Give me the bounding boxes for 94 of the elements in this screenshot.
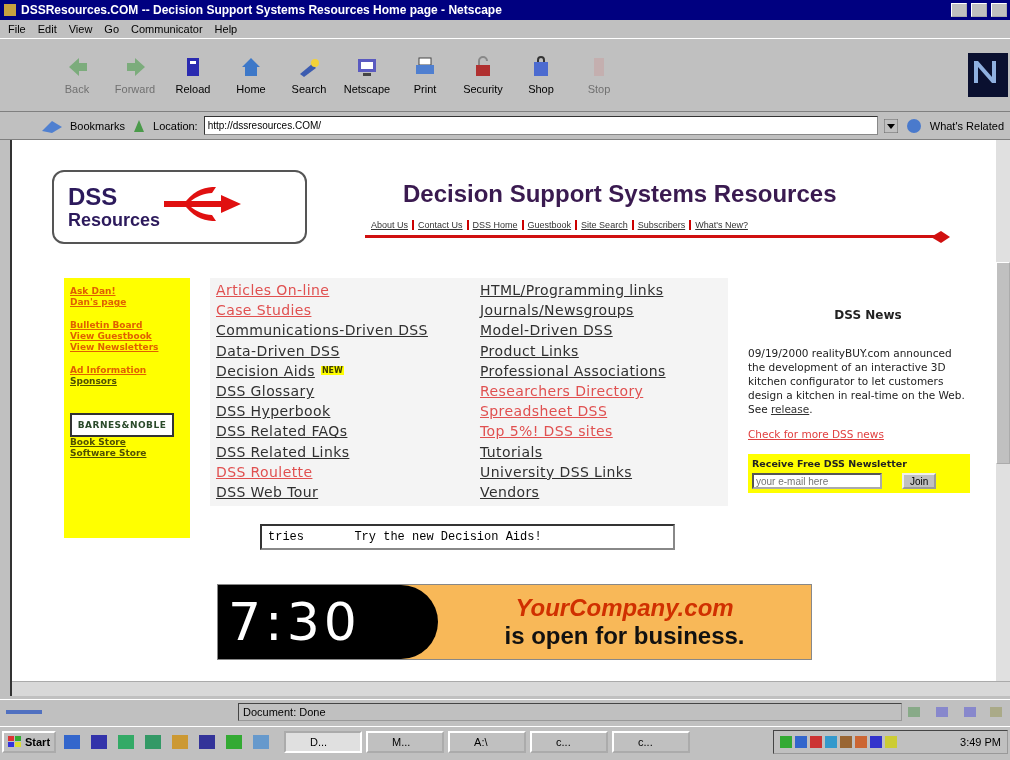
ad-banner[interactable]: 7:3 0 YourCompany.com is open for business. [217, 584, 812, 660]
topic-link[interactable]: Product Links [480, 342, 579, 359]
taskbar-button[interactable]: c... [530, 731, 609, 753]
newsletter-heading: Receive Free DSS Newsletter [752, 458, 908, 469]
whats-related-button[interactable]: What's Related [929, 119, 1004, 132]
clock-digit: 3 [286, 592, 320, 652]
site-heading: Decision Support Systems Resources [403, 180, 837, 208]
topic-link[interactable]: Professional Associations [480, 362, 666, 379]
app-icon [3, 3, 17, 17]
topic-link[interactable]: Tutorials [480, 443, 543, 460]
logo-text: DSS [68, 184, 119, 210]
flashlight-icon [300, 59, 319, 77]
topic-link[interactable]: DSS Related FAQs [216, 423, 348, 440]
sidebar-link[interactable]: Sponsors [70, 376, 184, 387]
sidebar-link[interactable]: Book Store [70, 437, 184, 448]
menu-item[interactable]: Go [104, 23, 120, 35]
clock-digit: 0 [323, 592, 357, 652]
new-badge: NEW [320, 366, 344, 376]
nav-link[interactable]: Site Search [575, 220, 628, 230]
toolbar-button[interactable]: Shop [512, 55, 570, 95]
news-heading: DSS News [833, 308, 903, 322]
bookmarks-button[interactable]: Bookmarks [70, 119, 126, 132]
ticker-field[interactable]: tries Try the new Decision Aids! [260, 524, 675, 550]
house-icon [242, 58, 260, 76]
logo[interactable]: DSS Resources [52, 170, 307, 244]
shopping-bag-icon [534, 56, 548, 76]
topic-link[interactable]: Journals/Newsgroups [480, 302, 634, 319]
sidebar-link[interactable]: Software Store [70, 448, 184, 459]
horizontal-scrollbar[interactable] [12, 681, 1010, 696]
arrow-left-icon [69, 58, 87, 76]
nav-link[interactable]: What's New? [689, 220, 748, 230]
join-button[interactable]: Join [902, 473, 937, 489]
topic-link[interactable]: DSS Roulette [216, 463, 313, 480]
nav-link[interactable]: Contact Us [412, 220, 463, 230]
clock-digit: : [265, 592, 283, 652]
dropdown-icon[interactable] [883, 118, 898, 133]
vertical-scrollbar[interactable] [996, 140, 1010, 681]
topic-link[interactable]: Vendors [480, 483, 540, 500]
topic-link[interactable]: Spreadsheet DSS [480, 403, 608, 420]
toolbar-button[interactable]: Netscape [338, 55, 396, 95]
menu-item[interactable]: File [8, 23, 26, 35]
monitor-icon [358, 59, 376, 76]
taskbar-button[interactable]: D... [284, 731, 363, 753]
minimize-icon[interactable] [951, 3, 967, 17]
more-news-link[interactable]: Check for more DSS news [748, 428, 988, 440]
nav-link[interactable]: Subscribers [631, 220, 686, 230]
topic-link[interactable]: DSS Web Tour [216, 483, 319, 500]
nav-link[interactable]: About Us [371, 220, 409, 230]
topic-link[interactable]: Top 5%! DSS sites [480, 423, 613, 440]
topic-link[interactable]: DSS Glossary [216, 383, 315, 400]
window-title: DSSResources.COM -- Decision Support Systems Resources Home page - Netscape [21, 3, 503, 17]
ad-tagline: is open for business. [504, 622, 745, 650]
taskbar-button[interactable]: M... [366, 731, 445, 753]
menu-item[interactable]: Communicator [131, 23, 203, 35]
windows-logo-icon [8, 736, 22, 748]
topic-link[interactable]: DSS Hyperbook [216, 403, 331, 420]
menu-item[interactable]: View [68, 23, 93, 35]
nav-link[interactable]: DSS Home [466, 220, 518, 230]
news-paragraph: 09/19/2000 realityBUY.com announced the development of an interactive 3D kitchen configurator to let customers design a kitchen in real-time on the Web. See release. [748, 346, 966, 416]
toolbar-button[interactable]: Print [396, 55, 454, 95]
nav-link[interactable]: Guestbook [521, 220, 572, 230]
topic-link[interactable]: Case Studies [216, 302, 312, 319]
clock: 3:49 PM [960, 736, 1001, 748]
ad-brand: YourCompany.com [515, 594, 734, 622]
email-field[interactable]: your e-mail here [752, 473, 882, 489]
taskbar-button[interactable]: c... [612, 731, 691, 753]
clock-digit: 7 [228, 592, 262, 652]
topic-link[interactable]: Articles On-line [216, 282, 330, 299]
topic-link[interactable]: Communications-Driven DSS [216, 322, 428, 339]
topic-link[interactable]: Data-Driven DSS [216, 342, 340, 359]
padlock-icon [476, 56, 490, 76]
printer-icon [416, 57, 434, 74]
status-text: Document: Done [238, 703, 902, 721]
topic-link[interactable]: University DSS Links [480, 463, 633, 480]
maximize-icon[interactable] [971, 3, 987, 17]
close-icon[interactable] [991, 3, 1007, 17]
toolbar-button[interactable]: Security [454, 55, 512, 95]
toolbar-button[interactable]: Search [280, 55, 338, 95]
toolbar-button[interactable]: Reload [164, 55, 222, 95]
start-button[interactable]: Start [2, 731, 57, 753]
bookseller-badge[interactable]: BARNES&NOBLE [70, 413, 174, 437]
topic-link[interactable]: Model-Driven DSS [480, 322, 613, 339]
topic-link[interactable]: HTML/Programming links [480, 282, 664, 299]
topic-link[interactable]: Researchers Directory [480, 383, 644, 400]
menu-item[interactable]: Help [214, 23, 238, 35]
arrow-right-icon [127, 58, 145, 76]
toolbar-button[interactable]: Home [222, 55, 280, 95]
url-field[interactable]: http://dssresources.COM/ [203, 116, 878, 135]
taskbar-button[interactable]: A:\ [448, 731, 527, 753]
topic-link[interactable]: DSS Related Links [216, 443, 350, 460]
location-label: Location: [153, 119, 198, 132]
topic-link[interactable]: Decision Aids [216, 362, 315, 379]
logo-text: Resources [68, 210, 161, 230]
menu-item[interactable]: Edit [37, 23, 57, 35]
